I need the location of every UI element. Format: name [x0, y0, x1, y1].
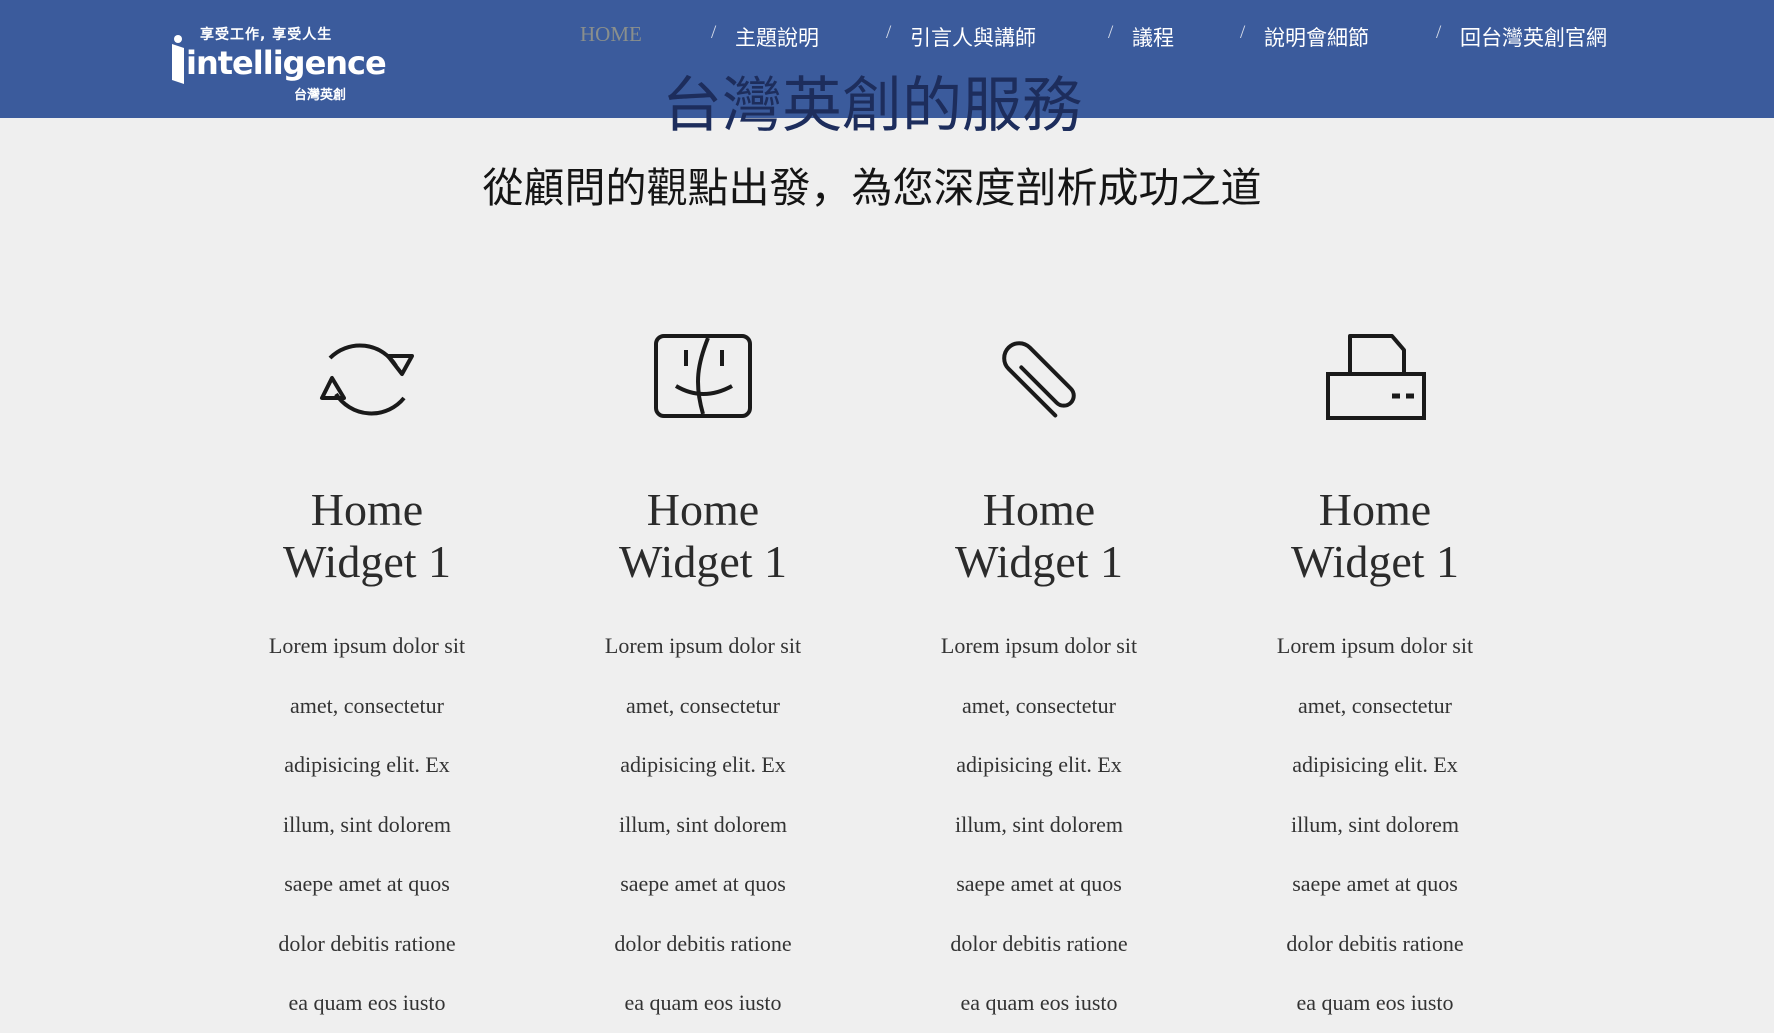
- widget-body: Lorem ipsum dolor sit amet, consectetur …: [604, 633, 802, 1015]
- widget-body: Lorem ipsum dolor sit amet, consectetur …: [1276, 633, 1474, 1015]
- nav-separator: /: [1436, 22, 1442, 43]
- widget-body: Lorem ipsum dolor sit amet, consectetur …: [268, 633, 466, 1015]
- nav-item-speakers[interactable]: 引言人與講師: [910, 22, 1036, 52]
- nav-separator: /: [1108, 22, 1114, 43]
- logo-tagline: 享受工作, 享受人生: [200, 27, 333, 43]
- nav-separator: /: [711, 22, 717, 43]
- hero-title: 台灣英創的服務: [662, 73, 1082, 139]
- home-widget: Home Widget 1 Lorem ipsum dolor sit amet…: [217, 328, 517, 1033]
- finder-face-icon: [654, 334, 752, 418]
- printer-icon: [1326, 334, 1426, 420]
- home-widget: Home Widget 1 Lorem ipsum dolor sit amet…: [889, 328, 1189, 1033]
- widget-row: Home Widget 1 Lorem ipsum dolor sit amet…: [0, 328, 1774, 1015]
- home-widget: Home Widget 1 Lorem ipsum dolor sit amet…: [1225, 328, 1525, 1033]
- nav-item-official-site[interactable]: 回台灣英創官網: [1460, 22, 1607, 52]
- widget-title: Home Widget 1: [618, 484, 788, 587]
- widget-title: Home Widget 1: [282, 484, 452, 587]
- widget-title: Home Widget 1: [954, 484, 1124, 587]
- nav-separator: /: [886, 22, 892, 43]
- paperclip-icon: [1002, 341, 1076, 418]
- home-widget: Home Widget 1 Lorem ipsum dolor sit amet…: [553, 328, 853, 1033]
- hero-subtitle: 從顧問的觀點出發，為您深度剖析成功之道: [482, 165, 1262, 211]
- nav-item-topic[interactable]: 主題說明: [735, 22, 819, 52]
- nav-item-event-details[interactable]: 說明會細節: [1264, 22, 1369, 52]
- nav-separator: /: [1240, 22, 1246, 43]
- widget-body: Lorem ipsum dolor sit amet, consectetur …: [940, 633, 1138, 1015]
- sync-icon: [320, 343, 414, 416]
- nav-item-home[interactable]: HOME: [580, 22, 642, 47]
- nav-item-agenda[interactable]: 議程: [1132, 22, 1174, 52]
- widget-title: Home Widget 1: [1290, 484, 1460, 587]
